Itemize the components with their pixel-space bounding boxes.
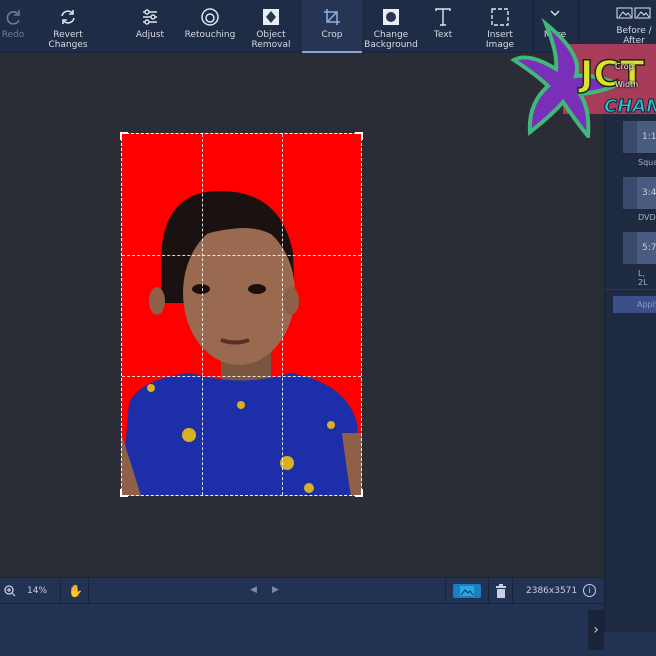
- change-background-label: Change Background: [364, 30, 418, 50]
- expand-panel-chevron-icon[interactable]: ›: [588, 610, 604, 650]
- status-divider: [512, 578, 513, 605]
- adjust-button[interactable]: Adjust: [130, 0, 170, 53]
- object-removal-button[interactable]: Object Removal: [248, 0, 294, 53]
- zoom-level[interactable]: 14%: [27, 586, 47, 596]
- info-icon[interactable]: i: [583, 584, 596, 597]
- change-background-icon: [382, 4, 400, 30]
- hand-pan-icon[interactable]: ✋: [68, 584, 83, 598]
- status-divider: [60, 578, 61, 605]
- redo-button[interactable]: Redo: [0, 0, 26, 53]
- crop-grid-line: [122, 376, 361, 377]
- apply-button[interactable]: Apply: [613, 296, 656, 313]
- crop-label: Crop: [321, 30, 343, 40]
- crop-button[interactable]: Crop: [302, 0, 362, 53]
- svg-text:CHAN: CHAN: [604, 96, 656, 117]
- retouch-face-icon: [200, 4, 220, 30]
- revert-changes-label: Revert Changes: [48, 30, 88, 50]
- panel-title: Crop: [615, 62, 634, 71]
- object-removal-icon: [262, 4, 280, 30]
- preset-5-7[interactable]: 5:7: [623, 232, 656, 264]
- crop-icon: [323, 4, 341, 30]
- crop-grid-line: [202, 134, 203, 495]
- change-background-button[interactable]: Change Background: [364, 0, 418, 53]
- status-divider: [445, 578, 446, 605]
- width-label: Width: [615, 80, 639, 89]
- image-dimensions: 2386x3571: [526, 586, 578, 596]
- preset-3-4[interactable]: 3:4: [623, 177, 656, 209]
- next-icon[interactable]: ▶: [272, 585, 279, 595]
- object-removal-label: Object Removal: [251, 30, 291, 50]
- preset-label: DVD: [638, 213, 656, 222]
- filmstrip-area: [0, 604, 604, 656]
- delete-icon[interactable]: [496, 584, 506, 601]
- status-divider: [88, 578, 89, 605]
- panel-footer: [604, 632, 656, 656]
- fit-image-icon[interactable]: [453, 584, 481, 601]
- crop-handle-bottom-right[interactable]: [355, 489, 363, 497]
- preset-ratio: 5:7: [637, 232, 656, 264]
- text-label: Text: [433, 30, 453, 40]
- crop-handle-bottom-left[interactable]: [120, 489, 128, 497]
- retouching-button[interactable]: Retouching: [180, 0, 240, 53]
- text-icon: [434, 4, 452, 30]
- crop-grid-line: [122, 255, 361, 256]
- redo-label: Redo: [1, 30, 25, 40]
- revert-icon: [59, 4, 77, 30]
- retouching-label: Retouching: [184, 30, 236, 40]
- crop-grid-line: [282, 134, 283, 495]
- preset-label: L, 2L: [638, 269, 648, 287]
- status-divider: [488, 578, 489, 605]
- crop-selection[interactable]: [120, 132, 363, 497]
- panel-divider: [605, 289, 656, 290]
- adjust-label: Adjust: [135, 30, 165, 40]
- preset-ratio: 3:4: [637, 177, 656, 209]
- watermark-logo: JCT CHAN: [508, 14, 656, 142]
- zoom-in-icon[interactable]: [4, 585, 16, 600]
- crop-handle-top-right[interactable]: [355, 132, 363, 140]
- redo-icon: [4, 4, 22, 30]
- crop-panel: Crop Width 1:1 Square 3:4 DVD 5:7 L, 2L …: [604, 54, 656, 632]
- text-button[interactable]: Text: [428, 0, 458, 53]
- sliders-icon: [141, 4, 159, 30]
- status-bar: 14% ✋ ◀ ▶ 2386x3571 i: [0, 577, 604, 605]
- insert-image-icon: [491, 4, 509, 30]
- preset-label: Square: [638, 158, 656, 167]
- revert-changes-button[interactable]: Revert Changes: [40, 0, 96, 53]
- previous-icon[interactable]: ◀: [250, 585, 257, 595]
- crop-handle-top-left[interactable]: [120, 132, 128, 140]
